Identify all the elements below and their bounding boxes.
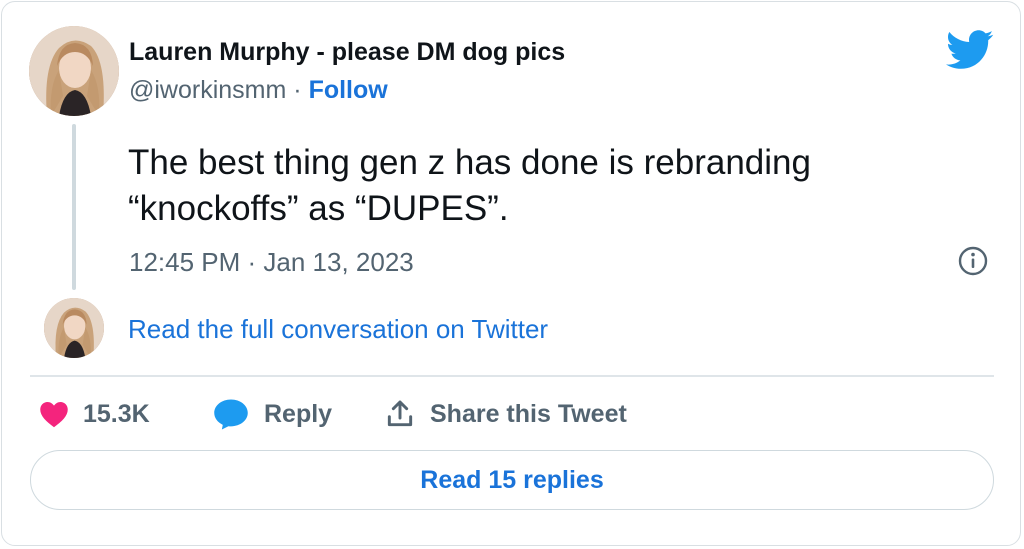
avatar-portrait-image	[29, 26, 119, 116]
avatar-portrait-image-small	[44, 298, 104, 358]
twitter-bird-icon[interactable]	[946, 30, 994, 70]
reply-button[interactable]: Reply	[212, 394, 332, 434]
author-avatar[interactable]	[29, 26, 119, 116]
share-label: Share this Tweet	[430, 399, 627, 428]
share-upload-icon	[387, 400, 413, 427]
share-button[interactable]: Share this Tweet	[384, 394, 627, 434]
handle-separator: ·	[293, 76, 302, 104]
read-replies-label: Read 15 replies	[420, 465, 604, 494]
reply-bubble-icon	[214, 399, 248, 430]
like-count: 15.3K	[83, 399, 150, 428]
read-full-conversation-link[interactable]: Read the full conversation on Twitter	[128, 314, 548, 345]
read-replies-button[interactable]: Read 15 replies	[30, 450, 994, 510]
heart-icon	[40, 402, 68, 428]
tweet-text: The best thing gen z has done is rebrand…	[128, 140, 928, 232]
tweet-timestamp[interactable]: 12:45 PM · Jan 13, 2023	[129, 247, 414, 278]
tweet-actions-bar: 15.3K Reply Share this Tweet	[2, 394, 1022, 434]
author-handle-row: @iworkinsmm · Follow	[129, 76, 388, 105]
thread-connector-line	[72, 124, 76, 290]
tweet-text-line-1: The best thing gen z has done is rebrand…	[128, 143, 811, 182]
tweet-embed-card[interactable]: Lauren Murphy - please DM dog pics @iwor…	[1, 1, 1021, 546]
follow-button[interactable]: Follow	[309, 76, 388, 104]
tweet-text-line-2: “knockoffs” as “DUPES”.	[128, 189, 509, 228]
reply-label: Reply	[264, 399, 333, 428]
actions-divider	[30, 375, 994, 377]
like-button[interactable]: 15.3K	[39, 394, 150, 434]
author-handle[interactable]: @iworkinsmm	[129, 76, 286, 104]
conversation-avatar[interactable]	[44, 298, 104, 358]
author-name[interactable]: Lauren Murphy - please DM dog pics	[129, 38, 565, 67]
info-icon[interactable]	[957, 245, 989, 277]
